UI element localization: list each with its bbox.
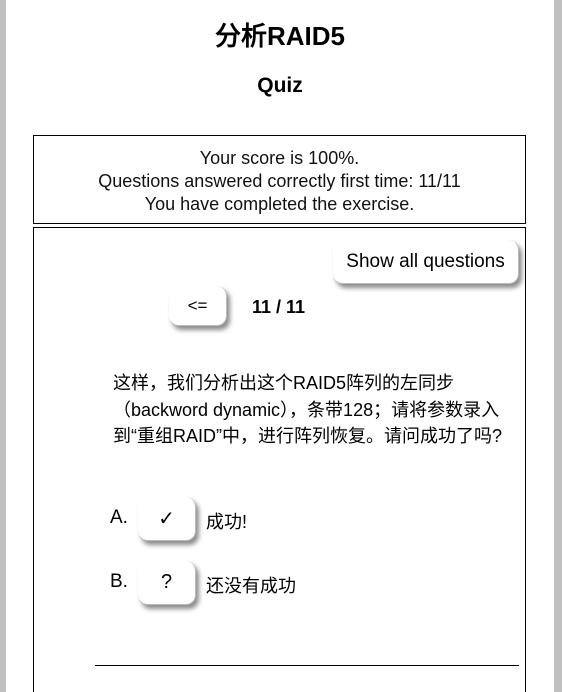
previous-question-button[interactable]: <= [169,286,227,326]
score-panel: Your score is 100%. Questions answered c… [33,135,526,224]
show-all-questions-button[interactable]: Show all questions [333,240,519,284]
question-panel: Show all questions <= 11 / 11 这样，我们分析出这个… [33,227,526,692]
divider [95,665,519,666]
question-mark-icon: ? [160,571,173,593]
question-text: 这样，我们分析出这个RAID5阵列的左同步（backword dynamic），… [113,373,503,446]
option-b-button[interactable]: ? [138,561,196,605]
option-b-letter: B. [110,571,128,592]
page-subtitle: Quiz [257,74,303,97]
score-percentage: Your score is 100%. [199,148,360,168]
score-completion: You have completed the exercise. [144,194,415,214]
option-a-button[interactable]: ✓ [138,497,196,541]
option-b-text: 还没有成功 [206,576,296,596]
quiz-page: 分析RAID5 Quiz Your score is 100%. Questio… [6,0,554,692]
option-a-letter: A. [110,507,128,528]
question-counter: 11 / 11 [252,297,306,317]
checkmark-icon: ✓ [158,508,175,530]
page-title: 分析RAID5 [214,21,345,51]
option-a-text: 成功! [206,512,248,532]
score-first-time: Questions answered correctly first time:… [98,171,461,191]
